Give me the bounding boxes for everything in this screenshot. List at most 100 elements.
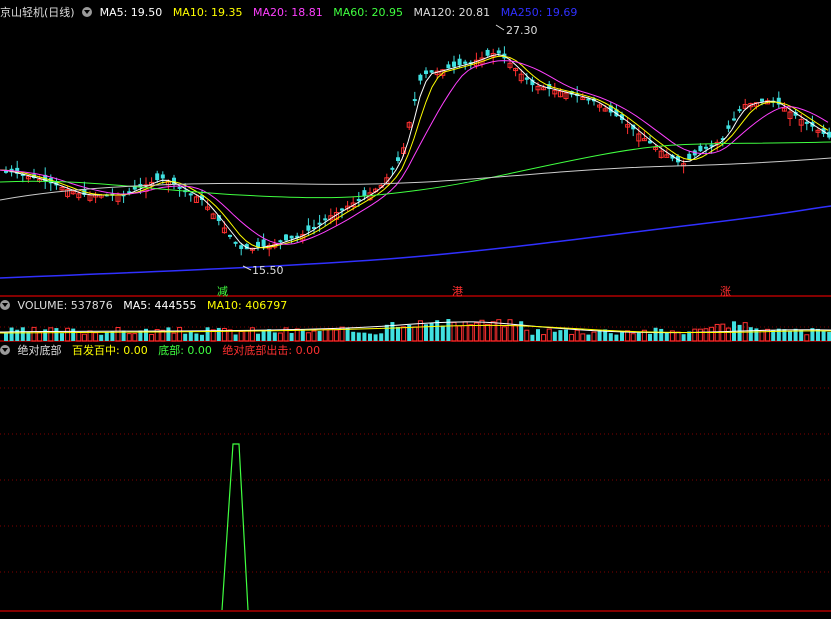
event-marker-3[interactable]: 涨 (720, 283, 731, 299)
volume-bar (519, 321, 524, 341)
volume-bar (401, 326, 407, 342)
volume-bar (272, 332, 277, 341)
candle-body (289, 235, 294, 239)
high-pointer (495, 24, 505, 31)
volume-bar (76, 331, 82, 342)
candle-body (239, 245, 244, 249)
volume-bar (368, 333, 372, 341)
volume-bar (804, 334, 810, 342)
volume-bar (429, 322, 434, 341)
volume-bar (541, 334, 547, 342)
volume-bar (183, 333, 188, 341)
volume-bar (608, 333, 613, 341)
candle-body (452, 61, 456, 67)
volume-bar (664, 332, 669, 341)
volume-bar (171, 332, 177, 342)
volume-bar (597, 331, 602, 341)
volume-bar (104, 332, 109, 341)
candle-body (524, 77, 529, 80)
volume-bar (81, 333, 87, 342)
candle-body (233, 241, 238, 244)
candle-body (188, 193, 193, 196)
candle-body (396, 157, 400, 161)
candle-body (687, 153, 692, 160)
volume-bar (238, 330, 244, 342)
volume-bar (132, 333, 138, 342)
volume-bar (26, 331, 31, 341)
volume-bar (126, 333, 132, 342)
indicator-spike-line (221, 443, 249, 611)
volume-bar (31, 326, 37, 342)
volume-bar (322, 328, 328, 342)
volume-bar (692, 328, 698, 342)
high-price-label: 27.30 (506, 24, 538, 37)
candle-body (737, 109, 742, 112)
volume-bar (648, 333, 652, 341)
volume-bar (216, 327, 221, 341)
volume-bar (564, 329, 568, 341)
volume-bar (244, 330, 250, 342)
volume-bar (93, 332, 99, 342)
volume-bar (362, 332, 367, 341)
volume-bar (9, 327, 14, 341)
volume-bar (110, 331, 115, 341)
volume-bar (373, 334, 378, 341)
volume-bar (48, 327, 54, 342)
volume-bar (513, 324, 519, 342)
low-price-label: 15.50 (252, 264, 284, 277)
volume-bar (580, 333, 586, 342)
volume-bar (827, 331, 831, 341)
candle-body (284, 234, 288, 241)
volume-bar (737, 324, 742, 341)
event-marker-2[interactable]: 港 (452, 283, 463, 299)
volume-bar (4, 332, 8, 341)
volume-bar (636, 332, 641, 341)
volume-bar (451, 321, 457, 342)
volume-bar (205, 327, 210, 341)
volume-bar (294, 328, 300, 342)
volume-bar (200, 334, 204, 341)
volume-bar (591, 331, 597, 342)
candle-body (726, 125, 731, 129)
candle-body (412, 99, 417, 102)
volume-bar (351, 331, 356, 341)
candle-body (496, 50, 501, 54)
candle-body (704, 146, 708, 149)
candle-body (261, 239, 266, 247)
volume-bar (149, 333, 155, 342)
candle-body (306, 225, 311, 231)
volume-bar (479, 319, 485, 342)
candle-body (760, 98, 764, 102)
candle-body (160, 174, 165, 179)
volume-bar (653, 327, 658, 341)
volume-bar (300, 329, 305, 341)
candle-body (463, 61, 468, 64)
volume-bar (311, 330, 317, 342)
volume-bar (20, 327, 25, 341)
volume-bar (697, 328, 703, 342)
volume-bar (788, 331, 792, 341)
volume-bar (261, 330, 266, 341)
candle-body (457, 58, 462, 66)
event-marker-1[interactable]: 减 (217, 283, 228, 299)
ma5-line (0, 53, 829, 250)
volume-bar (328, 328, 334, 342)
volume-bar (256, 333, 260, 341)
volume-bar (412, 326, 418, 342)
volume-bar (530, 334, 535, 341)
candle-body (177, 186, 182, 189)
kline-chart[interactable] (0, 0, 831, 619)
volume-bar (507, 319, 513, 342)
volume-bar (630, 333, 636, 342)
volume-bar (277, 332, 283, 342)
candle-body (228, 234, 232, 237)
candle-body (317, 222, 322, 225)
volume-bar (586, 334, 591, 341)
volume-bar (390, 322, 395, 341)
volume-bar (799, 329, 804, 341)
volume-bar (490, 321, 496, 342)
candle-body (698, 145, 703, 152)
volume-bar (675, 331, 681, 342)
candle-body (323, 218, 328, 221)
volume-bar (552, 331, 557, 341)
